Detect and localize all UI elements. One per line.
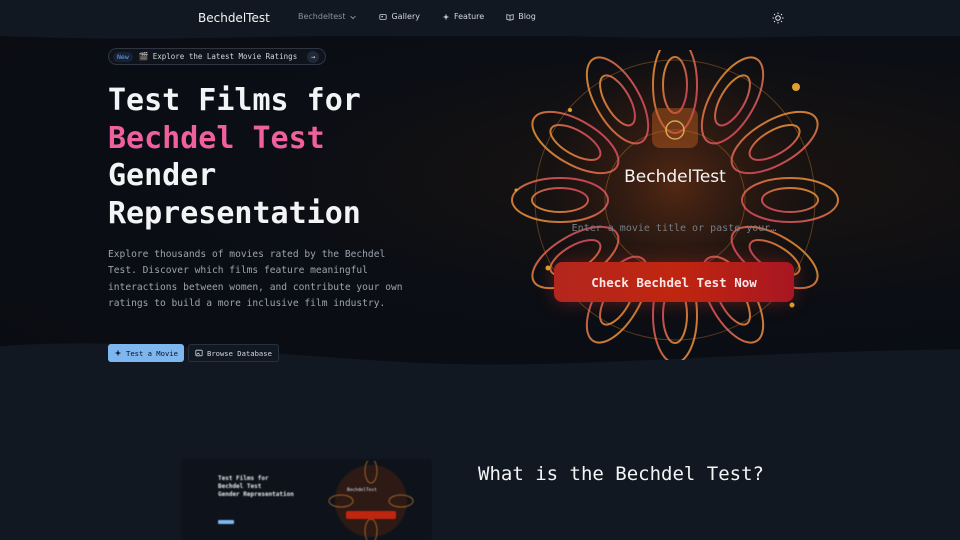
preview-line2: Bechdel Test <box>218 483 262 490</box>
decorative-petal-art <box>511 50 839 360</box>
nav-item-label: Feature <box>453 12 485 21</box>
announcement-badge[interactable]: New 🎬 Explore the Latest Movie Ratings → <box>108 48 327 65</box>
headline-line3: Gender <box>108 158 217 193</box>
preview-line3: Gender Representation <box>218 491 294 498</box>
preview-button <box>218 520 234 524</box>
book-icon <box>506 13 514 21</box>
checker-title: BechdelTest <box>624 167 726 187</box>
section-title: What is the Bechdel Test? <box>478 463 764 485</box>
headline-line4: Representation <box>108 195 361 231</box>
top-wave-divider <box>0 30 960 39</box>
nav-item-feature[interactable]: Feature <box>442 12 484 21</box>
headline-line1: Test Films for <box>108 83 361 118</box>
gallery-icon <box>379 13 388 20</box>
nav-item-blog[interactable]: Blog <box>506 12 536 21</box>
film-icon: 🎬 <box>138 52 149 61</box>
nav-item-label: Bechdeltest <box>298 12 346 21</box>
chevron-down-icon <box>350 15 357 19</box>
arrow-right-icon: → <box>307 50 320 63</box>
hero-description: Explore thousands of movies rated by the… <box>108 249 403 309</box>
test-movie-label: Test a Movie <box>126 348 178 358</box>
nav-item-label: Blog <box>518 12 536 21</box>
preview-mini-title: BechdelTest <box>347 488 377 493</box>
browse-database-button[interactable]: Browse Database <box>188 344 279 362</box>
movie-search-input[interactable] <box>555 214 793 242</box>
new-badge: New <box>113 51 133 62</box>
nav-item-bechdeltest[interactable]: Bechdeltest <box>298 12 357 21</box>
nav-links: Bechdeltest Gallery Feature Blog <box>298 12 558 21</box>
badge-text: Explore the Latest Movie Ratings <box>152 52 298 61</box>
brand-logo[interactable]: BechdelTest <box>198 11 270 25</box>
check-bechdel-button[interactable]: Check Bechdel Test Now <box>554 262 794 302</box>
nav-item-label: Gallery <box>391 12 420 21</box>
sparkle-icon <box>114 349 122 357</box>
hero-preview-image: Test Films for Bechdel Test Gender Repre… <box>181 459 432 540</box>
hero-headline: Test Films for Bechdel Test Gender Repre… <box>108 82 361 232</box>
preview-art <box>328 461 414 540</box>
headline-highlight: Bechdel Test <box>108 120 325 156</box>
browse-database-label: Browse Database <box>207 348 272 358</box>
preview-line1: Test Films for <box>218 475 269 482</box>
test-movie-button[interactable]: Test a Movie <box>108 344 184 362</box>
image-icon <box>195 349 203 357</box>
nav-item-gallery[interactable]: Gallery <box>379 12 420 21</box>
sun-icon[interactable] <box>772 12 784 24</box>
sparkle-icon <box>442 13 450 20</box>
